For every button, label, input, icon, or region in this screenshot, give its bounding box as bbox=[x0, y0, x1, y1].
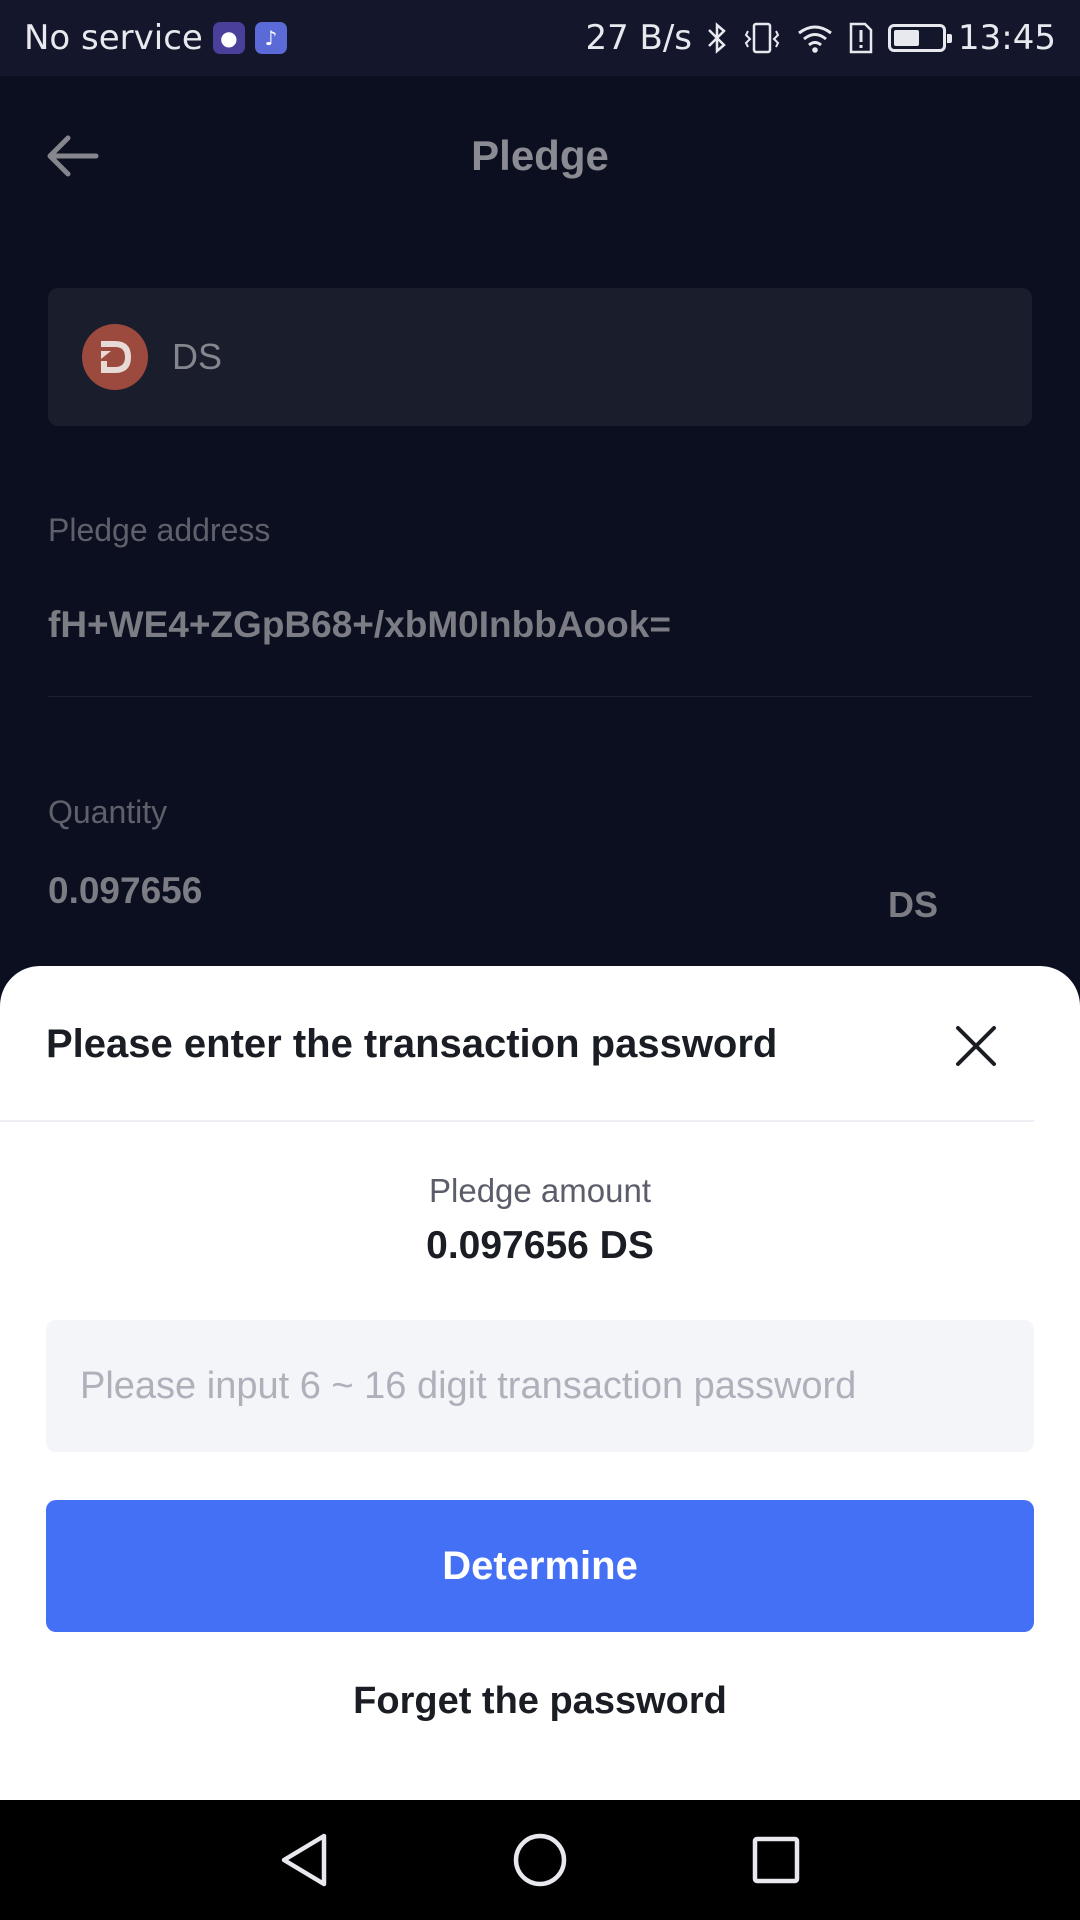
sim-alert-icon bbox=[848, 21, 874, 55]
sheet-divider bbox=[0, 1120, 1034, 1122]
nav-recents-button[interactable] bbox=[716, 1800, 836, 1920]
quantity-unit: DS bbox=[888, 884, 939, 925]
divider bbox=[48, 696, 1032, 697]
wifi-icon bbox=[796, 21, 834, 55]
status-bar: No service ● ♪ 27 B/s 13:45 bbox=[0, 0, 1080, 76]
net-speed-text: 27 B/s bbox=[585, 18, 693, 58]
determine-button[interactable]: Determine bbox=[46, 1500, 1034, 1632]
transaction-password-input[interactable] bbox=[46, 1320, 1034, 1452]
battery-fill bbox=[894, 30, 920, 46]
pledge-amount-value: 0.097656 DS bbox=[426, 1224, 654, 1267]
app-notification-icon: ● bbox=[212, 22, 245, 54]
page-title: Pledge bbox=[471, 132, 609, 179]
bluetooth-icon bbox=[706, 21, 728, 55]
vibrate-icon bbox=[742, 21, 782, 55]
carrier-text: No service bbox=[24, 18, 203, 58]
close-icon bbox=[956, 1026, 996, 1066]
status-bar-right: 27 B/s 13:45 bbox=[585, 18, 1056, 58]
recents-square-icon bbox=[752, 1836, 800, 1884]
password-bottom-sheet: Please enter the transaction password Pl… bbox=[0, 966, 1080, 1800]
close-button[interactable] bbox=[944, 1014, 1008, 1078]
home-circle-icon bbox=[513, 1833, 567, 1887]
nav-back-button[interactable] bbox=[244, 1800, 364, 1920]
music-icon: ♪ bbox=[254, 22, 287, 54]
battery-icon bbox=[888, 24, 953, 52]
token-symbol: DS bbox=[172, 336, 223, 377]
pledge-amount-label: Pledge amount bbox=[429, 1172, 651, 1209]
nav-home-button[interactable] bbox=[480, 1800, 600, 1920]
clock-text: 13:45 bbox=[958, 18, 1056, 58]
token-selector[interactable]: DS bbox=[48, 288, 1032, 426]
ds-token-logo bbox=[82, 324, 148, 390]
forget-password-link[interactable]: Forget the password bbox=[0, 1680, 1080, 1723]
quantity-label: Quantity bbox=[48, 794, 168, 830]
back-triangle-icon bbox=[281, 1833, 327, 1887]
pledge-address-value: fH+WE4+ZGpB68+/xbM0InbbAook= bbox=[48, 604, 671, 645]
sheet-title: Please enter the transaction password bbox=[46, 1022, 778, 1066]
system-navigation-bar bbox=[0, 1800, 1080, 1920]
quantity-input[interactable]: 0.097656 bbox=[48, 870, 202, 912]
pledge-address-label: Pledge address bbox=[48, 512, 271, 548]
page-header: Pledge bbox=[0, 76, 1080, 236]
status-bar-left: No service ● ♪ bbox=[24, 18, 287, 58]
